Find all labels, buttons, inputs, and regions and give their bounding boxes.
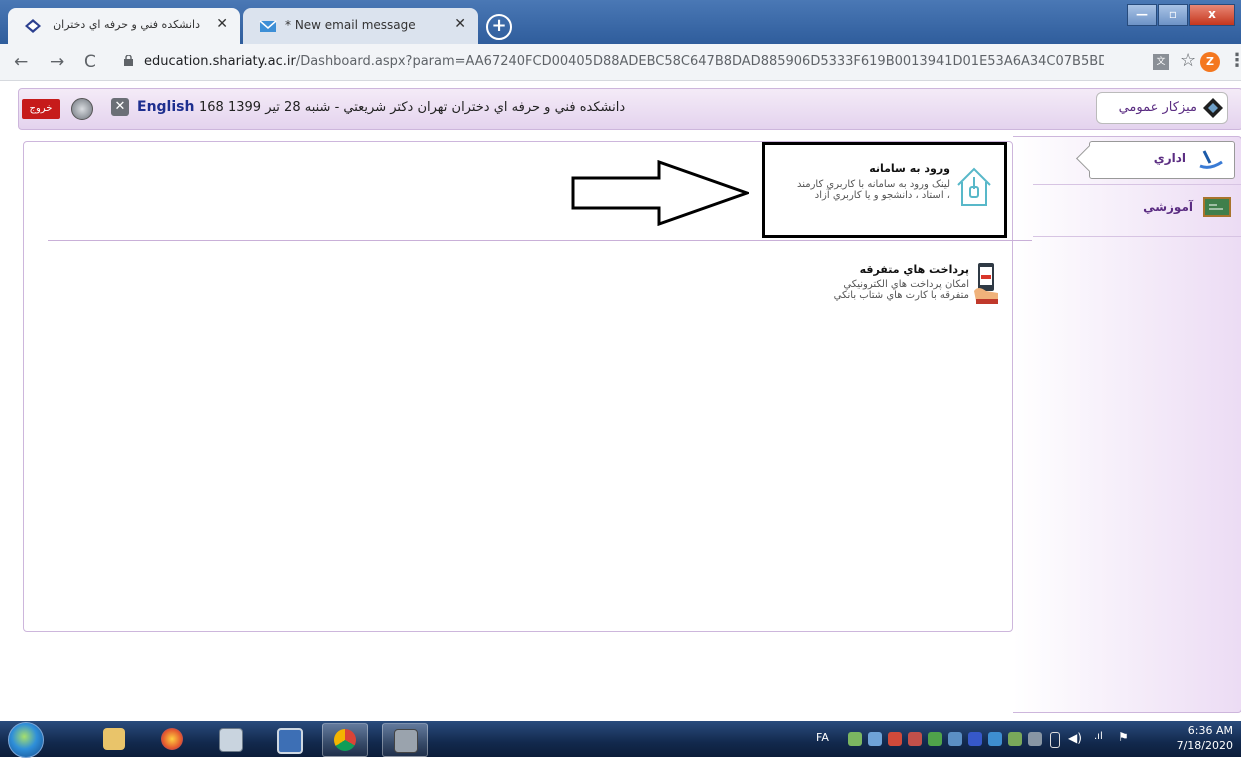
tile-desc-line: لینک ورود به سامانه با كاربري كارمند bbox=[796, 179, 950, 190]
signal-icon[interactable]: .ıl bbox=[1094, 731, 1103, 742]
page: خروج ✕ English دانشكده فني و حرفه اي دخت… bbox=[0, 81, 1241, 721]
tray-icon[interactable] bbox=[868, 732, 882, 746]
tile-description: امكان پرداخت هاي الكترونيكي متفرقه با كا… bbox=[834, 279, 969, 301]
divider bbox=[1033, 236, 1241, 237]
tray-icon[interactable] bbox=[928, 732, 942, 746]
url-path: /Dashboard.aspx?param=AA67240FCD00405D88… bbox=[295, 54, 1104, 69]
back-icon[interactable]: ← bbox=[14, 52, 28, 72]
bluetooth-icon[interactable] bbox=[968, 732, 982, 746]
active-pointer bbox=[1076, 145, 1103, 172]
close-tab-icon[interactable]: ✕ bbox=[454, 16, 466, 32]
close-window-button[interactable]: x bbox=[1189, 4, 1235, 26]
kebab-menu-icon[interactable]: ⋮ bbox=[1228, 50, 1241, 71]
battery-icon[interactable] bbox=[1050, 732, 1060, 748]
english-link[interactable]: English bbox=[137, 99, 194, 115]
firefox-icon bbox=[161, 728, 183, 750]
misc-payment-tile[interactable]: پرداخت هاي متفرقه امكان پرداخت هاي الكتر… bbox=[804, 257, 1004, 317]
university-logo-icon bbox=[1203, 98, 1223, 118]
browser-toolbar: ← → C education.shariaty.ac.ir/Dashboard… bbox=[0, 44, 1241, 81]
admin-icon bbox=[1199, 150, 1223, 169]
folder-icon bbox=[103, 728, 125, 750]
divider bbox=[1033, 184, 1241, 185]
translate-icon[interactable]: 文 bbox=[1153, 54, 1169, 70]
browser-tab-strip: دانشكده فني و حرفه اي دختران تهران دكتر … bbox=[0, 0, 1241, 44]
calculator-app[interactable] bbox=[208, 723, 252, 755]
system-tray: FA ◀) .ıl ⚑ 6:36 AM 7/18/2020 bbox=[800, 721, 1241, 757]
tab-title: * New email message bbox=[285, 18, 416, 32]
login-tile[interactable]: ورود به سامانه لینک ورود به سامانه با كا… bbox=[762, 142, 1007, 238]
sidebar-item-label: آموزشي bbox=[1143, 200, 1193, 214]
camera-icon bbox=[394, 729, 418, 753]
window-controls: — ▫ x bbox=[1126, 4, 1235, 26]
volume-icon[interactable]: ◀) bbox=[1068, 731, 1082, 745]
arrow-pointer-icon bbox=[571, 160, 749, 226]
chrome-app[interactable] bbox=[322, 723, 368, 757]
tray-icon[interactable] bbox=[848, 732, 862, 746]
tray-icon[interactable] bbox=[1008, 732, 1022, 746]
settings-gear-icon[interactable] bbox=[71, 98, 93, 120]
close-icon[interactable]: ✕ bbox=[111, 98, 129, 116]
monitor-icon bbox=[277, 728, 303, 754]
reload-icon[interactable]: C bbox=[84, 52, 96, 72]
calculator-icon bbox=[219, 728, 243, 752]
start-button[interactable] bbox=[8, 722, 44, 758]
lock-icon bbox=[124, 55, 133, 66]
tile-title: ورود به سامانه bbox=[869, 162, 950, 175]
general-desk-label: ميزكار عمومي bbox=[1118, 100, 1197, 115]
bookmark-star-icon[interactable]: ☆ bbox=[1180, 50, 1196, 71]
profile-avatar[interactable]: Z bbox=[1200, 52, 1220, 72]
sidebar-item-label: اداري bbox=[1153, 151, 1186, 165]
sidebar: اداري آموزشي bbox=[1013, 136, 1241, 713]
flag-icon[interactable]: ⚑ bbox=[1118, 730, 1129, 744]
tray-icon[interactable] bbox=[908, 732, 922, 746]
camera-app[interactable] bbox=[382, 723, 428, 757]
exit-button[interactable]: خروج bbox=[22, 99, 60, 119]
chrome-icon bbox=[334, 729, 356, 751]
tile-desc-line: ، استاد ، دانشجو و یا كاربري آزاد bbox=[814, 190, 950, 201]
close-tab-icon[interactable]: ✕ bbox=[216, 16, 228, 32]
desktop-app[interactable] bbox=[266, 723, 310, 755]
header-info-text: دانشكده فني و حرفه اي دختران تهران دكتر … bbox=[199, 100, 626, 115]
minimize-button[interactable]: — bbox=[1127, 4, 1157, 26]
sidebar-item-education[interactable]: آموزشي bbox=[1033, 193, 1241, 229]
tile-desc-line: امكان پرداخت هاي الكترونيكي bbox=[843, 279, 969, 290]
tab-dashboard[interactable]: دانشكده فني و حرفه اي دختران تهران دكتر … bbox=[8, 8, 240, 44]
address-bar[interactable]: education.shariaty.ac.ir/Dashboard.aspx?… bbox=[110, 48, 1110, 76]
content-divider bbox=[48, 240, 1032, 241]
clock-time: 6:36 AM bbox=[1187, 724, 1233, 737]
site-logo-icon bbox=[25, 19, 41, 33]
house-login-icon bbox=[957, 167, 991, 206]
firefox-app[interactable] bbox=[150, 723, 194, 755]
blackboard-icon bbox=[1203, 197, 1231, 217]
mail-icon bbox=[259, 20, 277, 32]
tile-title: پرداخت هاي متفرقه bbox=[859, 263, 969, 276]
explorer-app[interactable] bbox=[92, 723, 136, 755]
tab-title: دانشكده فني و حرفه اي دختران تهران دكتر bbox=[50, 18, 200, 31]
site-header: خروج ✕ English دانشكده فني و حرفه اي دخت… bbox=[18, 88, 1241, 130]
tray-icon[interactable] bbox=[988, 732, 1002, 746]
forward-icon[interactable]: → bbox=[50, 52, 64, 72]
dashboard-content: ورود به سامانه لینک ورود به سامانه با كا… bbox=[23, 141, 1032, 632]
maximize-button[interactable]: ▫ bbox=[1158, 4, 1188, 26]
clock-date: 7/18/2020 bbox=[1176, 739, 1233, 752]
windows-taskbar: FA ◀) .ıl ⚑ 6:36 AM 7/18/2020 bbox=[0, 721, 1241, 758]
url-host: education.shariaty.ac.ir bbox=[144, 54, 296, 69]
tile-desc-line: متفرقه با كارت هاي شتاب بانكي bbox=[833, 290, 969, 301]
general-desk-button[interactable]: ميزكار عمومي bbox=[1096, 92, 1228, 124]
language-indicator[interactable]: FA bbox=[816, 731, 829, 744]
tab-email[interactable]: * New email message ✕ bbox=[243, 8, 478, 44]
mobile-payment-icon bbox=[974, 263, 998, 304]
tray-icon[interactable] bbox=[888, 732, 902, 746]
tray-icon[interactable] bbox=[948, 732, 962, 746]
tile-description: لینک ورود به سامانه با كاربري كارمند ، ا… bbox=[797, 179, 950, 201]
new-tab-button[interactable]: + bbox=[486, 14, 512, 40]
url-text: education.shariaty.ac.ir/Dashboard.aspx?… bbox=[144, 54, 1104, 69]
network-icon[interactable] bbox=[1028, 732, 1042, 746]
sidebar-item-admin[interactable]: اداري bbox=[1076, 141, 1235, 179]
clock[interactable]: 6:36 AM 7/18/2020 bbox=[1177, 723, 1233, 753]
